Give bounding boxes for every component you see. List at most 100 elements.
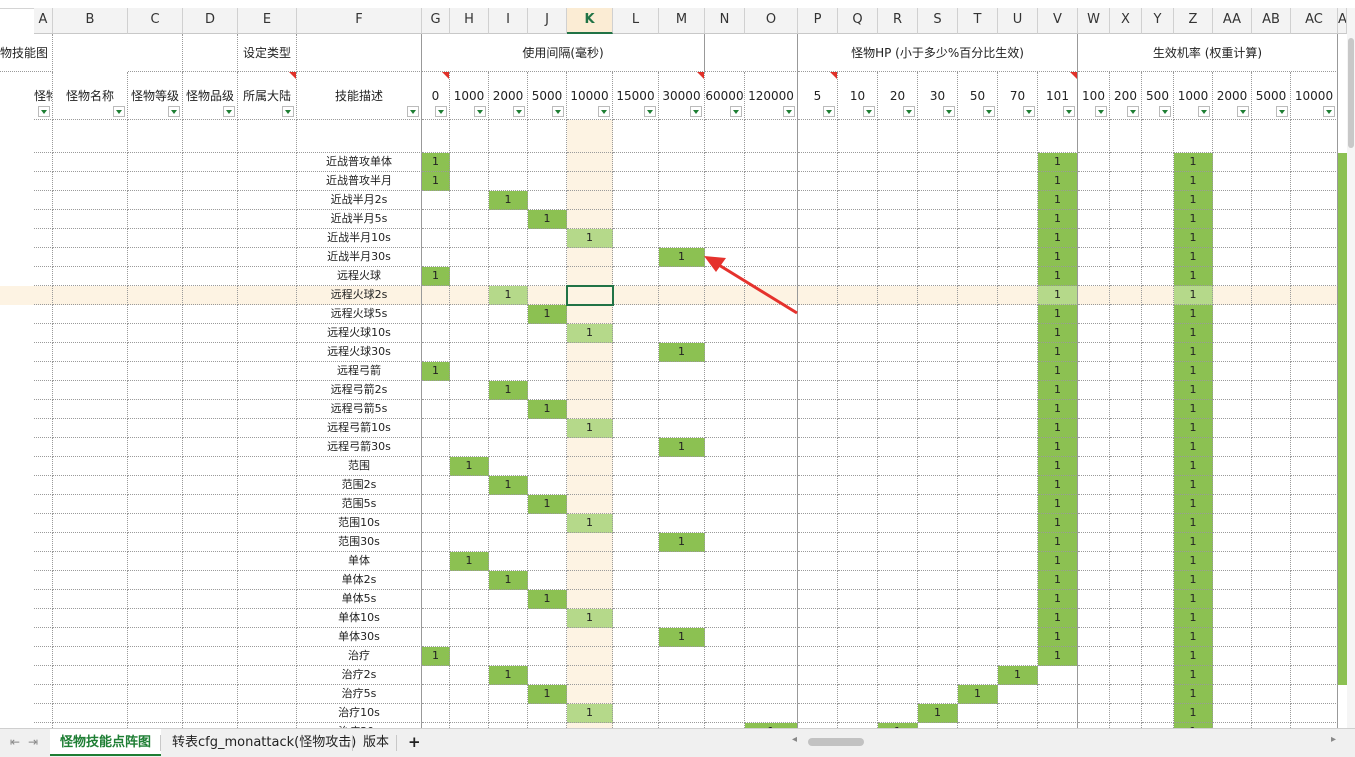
first-sheet-nav-icon[interactable]: ⇤ [10,735,20,749]
cell[interactable] [659,400,705,419]
cell[interactable] [878,647,918,666]
cell[interactable] [998,305,1038,324]
cell[interactable] [238,533,297,552]
cell[interactable] [798,704,838,723]
cell[interactable] [1252,514,1291,533]
cell[interactable] [128,533,183,552]
cell[interactable] [1252,362,1291,381]
value-one-cell[interactable]: 1 [1174,191,1213,210]
value-one-cell[interactable]: 1 [1038,324,1078,343]
cell[interactable] [1142,666,1174,685]
value-one-cell[interactable]: 1 [1174,362,1213,381]
cell[interactable] [798,571,838,590]
cell[interactable] [613,286,659,305]
value-one-cell[interactable]: 1 [1038,647,1078,666]
cell[interactable] [613,666,659,685]
cell[interactable] [422,552,450,571]
cell[interactable] [798,419,838,438]
header-s[interactable]: 30 [918,72,958,120]
value-one-cell[interactable]: 1 [1174,628,1213,647]
cell[interactable] [878,628,918,647]
filter-dropdown-icon[interactable] [943,106,955,117]
cell[interactable] [128,609,183,628]
cell[interactable] [745,248,798,267]
cell[interactable] [489,590,528,609]
cell[interactable] [958,533,998,552]
cell[interactable] [613,400,659,419]
cell[interactable] [958,229,998,248]
cell[interactable] [128,286,183,305]
skill-description-cell[interactable]: 单体30s [297,628,422,647]
value-one-cell[interactable]: 1 [1174,324,1213,343]
value-one-cell[interactable]: 1 [422,172,450,191]
cell[interactable] [1142,419,1174,438]
cell[interactable] [238,647,297,666]
column-header-s[interactable]: S [918,8,958,34]
cell[interactable] [613,704,659,723]
cell[interactable] [798,305,838,324]
header-ab[interactable]: 5000 [1252,72,1291,120]
value-one-cell[interactable]: 1 [1038,590,1078,609]
cell[interactable] [1252,120,1291,153]
cell[interactable] [238,419,297,438]
cell[interactable] [183,552,238,571]
filter-dropdown-icon[interactable] [644,106,656,117]
header-u[interactable]: 70 [998,72,1038,120]
cell[interactable] [450,419,489,438]
cell[interactable] [567,438,613,457]
cell[interactable] [838,172,878,191]
continent-header[interactable]: 所属大陆 [238,72,297,120]
value-one-cell[interactable]: 1 [489,286,528,305]
cell[interactable] [705,210,745,229]
skill-description-cell[interactable]: 远程弓箭30s [297,438,422,457]
cell[interactable] [53,457,128,476]
cell[interactable] [567,647,613,666]
cell[interactable] [183,120,238,153]
cell[interactable] [745,514,798,533]
cell[interactable] [659,590,705,609]
skill-description-cell[interactable]: 远程火球 [297,267,422,286]
value-one-cell[interactable]: 1 [1174,590,1213,609]
cell[interactable] [489,172,528,191]
cell[interactable] [958,381,998,400]
cell[interactable] [659,210,705,229]
cell[interactable] [238,476,297,495]
cell[interactable] [450,590,489,609]
cell[interactable] [705,191,745,210]
filter-dropdown-icon[interactable] [435,106,447,117]
skill-description-cell[interactable]: 近战半月10s [297,229,422,248]
cell[interactable] [422,628,450,647]
cell[interactable] [1252,552,1291,571]
cell[interactable] [34,590,53,609]
value-one-cell[interactable]: 1 [1174,666,1213,685]
cell[interactable] [567,343,613,362]
cell[interactable] [958,419,998,438]
cell[interactable] [958,305,998,324]
cell[interactable] [489,514,528,533]
header-j[interactable]: 5000 [528,72,567,120]
cell[interactable] [745,305,798,324]
value-one-cell[interactable]: 1 [450,457,489,476]
cell[interactable] [1291,419,1338,438]
cell[interactable] [878,210,918,229]
cell[interactable] [450,533,489,552]
cell[interactable] [1291,286,1338,305]
monster-id-header[interactable]: 怪物id [34,72,53,120]
value-one-cell[interactable]: 1 [489,571,528,590]
cell[interactable] [528,172,567,191]
cell[interactable] [838,400,878,419]
cell[interactable] [34,457,53,476]
cell[interactable] [613,438,659,457]
cell[interactable] [53,628,128,647]
cell[interactable] [1142,571,1174,590]
cell[interactable] [1078,153,1110,172]
cell[interactable] [1252,381,1291,400]
cell[interactable] [450,191,489,210]
cell[interactable] [1110,685,1142,704]
cell[interactable] [183,248,238,267]
cell[interactable] [1142,685,1174,704]
cell[interactable] [1078,704,1110,723]
cell[interactable] [567,248,613,267]
cell[interactable] [422,685,450,704]
filter-dropdown-icon[interactable] [1095,106,1107,117]
